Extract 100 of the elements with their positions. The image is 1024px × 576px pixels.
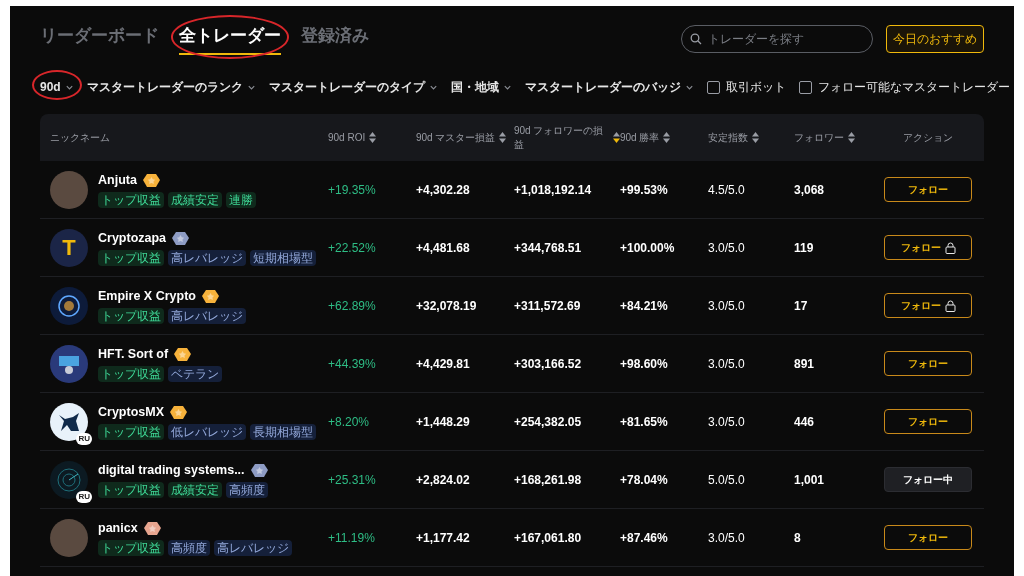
- filter-dropdown[interactable]: マスタートレーダーのタイプ: [268, 78, 438, 96]
- trader-name[interactable]: HFT. Sort of: [98, 344, 169, 364]
- followers-value: 17: [794, 297, 809, 315]
- checkbox[interactable]: [798, 80, 812, 94]
- master-pnl-value: +1,448.29: [416, 413, 471, 431]
- column-header: 安定指数: [708, 130, 748, 145]
- followers-value: 8: [794, 529, 802, 547]
- tab[interactable]: 登録済み: [301, 23, 369, 55]
- trader-tag: トップ収益: [98, 308, 164, 325]
- column-header: 90d マスター損益: [416, 130, 496, 145]
- roi-value: +25.31%: [328, 471, 377, 489]
- column-header: アクション: [903, 130, 953, 145]
- trader-tag: 高レバレッジ: [168, 308, 246, 325]
- column-header: 90d 勝率: [620, 130, 660, 145]
- tab[interactable]: リーダーボード: [40, 23, 159, 55]
- trader-name[interactable]: Empire X Crypto: [98, 286, 196, 306]
- filter-dropdown[interactable]: マスタートレーダーのバッジ: [524, 78, 694, 96]
- roi-value: +11.19%: [328, 529, 376, 547]
- stability-value: 4.5/5.0: [708, 181, 746, 199]
- win-rate-value: +84.21%: [620, 297, 669, 315]
- trader-tag: 高頻度: [226, 482, 268, 499]
- follow-button[interactable]: フォロー中: [884, 467, 972, 492]
- column-header: フォロワー: [794, 130, 844, 145]
- recommend-button[interactable]: 今日のおすすめ: [886, 25, 984, 53]
- master-pnl-value: +4,302.28: [416, 181, 471, 199]
- trader-tag: 低レバレッジ: [168, 424, 246, 441]
- sort-icon[interactable]: [663, 132, 671, 143]
- roi-value: +19.35%: [328, 181, 377, 199]
- follower-pnl-value: +254,382.05: [514, 413, 583, 431]
- search-icon: [690, 33, 702, 45]
- avatar: [50, 170, 88, 209]
- trader-tag: 高頻度: [168, 540, 210, 557]
- roi-value: +8.20%: [328, 413, 371, 431]
- filter-dropdown[interactable]: 国・地域: [450, 78, 512, 96]
- sort-icon[interactable]: [499, 132, 507, 143]
- checkbox-label: 取引ボット: [725, 79, 786, 96]
- win-rate-value: +98.60%: [620, 355, 669, 373]
- follow-button[interactable]: フォロー: [884, 525, 972, 550]
- trader-tag: 成績安定: [168, 482, 222, 499]
- followers-value: 119: [794, 239, 815, 257]
- stability-value: 3.0/5.0: [708, 297, 746, 315]
- avatar: [50, 518, 88, 557]
- followers-value: 3,068: [794, 181, 826, 199]
- follow-button[interactable]: フォロー: [884, 409, 972, 434]
- column-header: 90d フォロワーの損益: [514, 123, 605, 152]
- sort-icon[interactable]: [613, 132, 620, 143]
- master-pnl-value: +4,481.68: [416, 239, 471, 257]
- roi-value: +44.39%: [328, 355, 377, 373]
- trader-tag: トップ収益: [98, 366, 164, 383]
- trader-tag: 長期相場型: [250, 424, 316, 441]
- trader-name[interactable]: panicx: [98, 518, 138, 538]
- follow-button[interactable]: フォロー: [884, 235, 972, 260]
- trader-name[interactable]: CryptosMX: [98, 402, 164, 422]
- sort-icon[interactable]: [848, 132, 855, 143]
- column-header: 90d ROI: [328, 130, 366, 145]
- search-field[interactable]: トレーダーを探す: [681, 25, 873, 53]
- roi-value: +62.89%: [328, 297, 377, 315]
- checkbox[interactable]: [706, 80, 720, 94]
- filter-dropdown[interactable]: 90d: [40, 78, 74, 96]
- followers-value: 891: [794, 355, 816, 373]
- follow-button[interactable]: フォロー: [884, 351, 972, 376]
- trader-tag: 成績安定: [168, 192, 222, 209]
- trader-name[interactable]: digital trading systems...: [98, 460, 245, 480]
- trader-name[interactable]: Cryptozapa: [98, 228, 167, 248]
- trader-tag: トップ収益: [98, 250, 164, 267]
- trader-tag: トップ収益: [98, 540, 164, 557]
- master-pnl-value: +1,177.42: [416, 529, 471, 547]
- stability-value: 3.0/5.0: [708, 239, 746, 257]
- column-header: ニックネーム: [50, 130, 110, 145]
- master-pnl-value: +32,078.19: [416, 297, 478, 315]
- trader-tag: 高レバレッジ: [214, 540, 292, 557]
- trader-tag: ベテラン: [168, 366, 222, 383]
- trader-tag: 高レバレッジ: [168, 250, 246, 267]
- follower-pnl-value: +167,061.80: [514, 529, 583, 547]
- win-rate-value: +78.04%: [620, 471, 669, 489]
- stability-value: 3.0/5.0: [708, 355, 746, 373]
- followers-value: 1,001: [794, 471, 826, 489]
- sort-icon[interactable]: [752, 132, 759, 143]
- sort-icon[interactable]: [369, 132, 377, 143]
- stability-value: 3.0/5.0: [708, 529, 746, 547]
- trader-tag: トップ収益: [98, 192, 164, 209]
- trader-tag: 短期相場型: [250, 250, 316, 267]
- follower-pnl-value: +303,166.52: [514, 355, 583, 373]
- follow-button[interactable]: フォロー: [884, 293, 972, 318]
- follower-pnl-value: +311,572.69: [514, 297, 582, 315]
- win-rate-value: +99.53%: [620, 181, 669, 199]
- tab[interactable]: 全トレーダー: [179, 23, 281, 55]
- emblem-icon: [57, 293, 81, 318]
- trader-name[interactable]: Anjuta: [98, 170, 137, 190]
- master-pnl-value: +4,429.81: [416, 355, 471, 373]
- roi-value: +22.52%: [328, 239, 377, 257]
- trader-tag: トップ収益: [98, 424, 164, 441]
- master-pnl-value: +2,824.02: [416, 471, 471, 489]
- follower-pnl-value: +1,018,192.14: [514, 181, 593, 199]
- follower-pnl-value: +344,768.51: [514, 239, 583, 257]
- checkbox-label: フォロー可能なマスタートレーダー: [817, 79, 1010, 96]
- stability-value: 5.0/5.0: [708, 471, 746, 489]
- follow-button[interactable]: フォロー: [884, 177, 972, 202]
- filter-dropdown[interactable]: マスタートレーダーのランク: [86, 78, 256, 96]
- radar-icon: [56, 466, 82, 493]
